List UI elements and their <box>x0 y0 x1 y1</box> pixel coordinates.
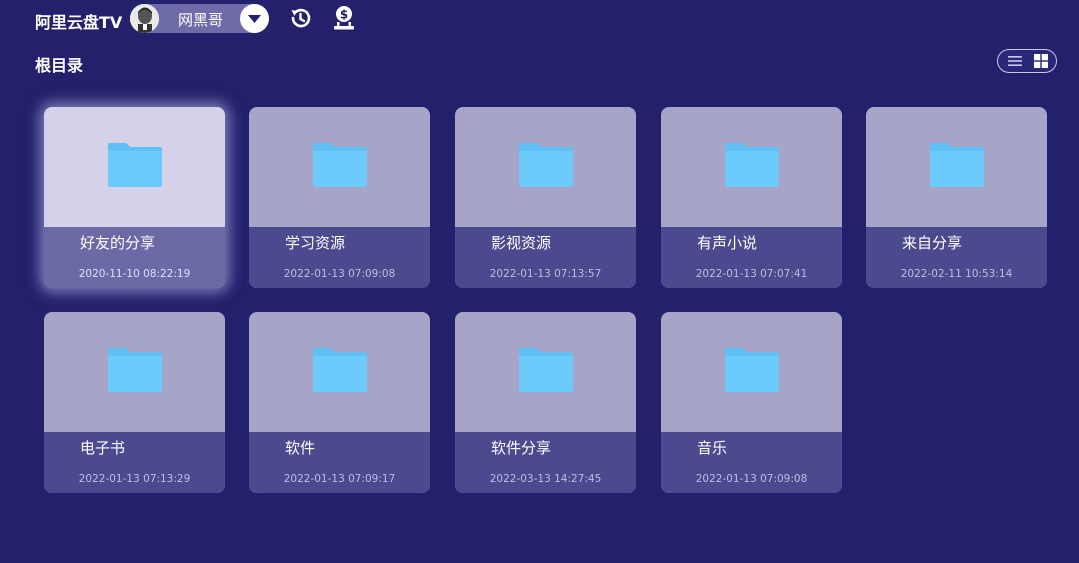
folder-thumbnail <box>44 107 225 227</box>
view-toggle[interactable] <box>997 49 1057 73</box>
folder-name: 软件分享 <box>491 439 552 457</box>
folder-name: 来自分享 <box>902 234 963 252</box>
folder-thumbnail <box>661 107 842 227</box>
folder-thumbnail <box>455 312 636 432</box>
folder-info: 软件分享 2022-03-13 14:27:45 <box>455 432 636 493</box>
folder-icon <box>107 348 162 396</box>
folder-info: 好友的分享 2020-11-10 08:22:19 <box>44 227 225 288</box>
folder-icon <box>312 348 367 396</box>
chevron-down-icon <box>240 4 269 33</box>
list-view-icon[interactable] <box>1004 53 1026 69</box>
folder-info: 音乐 2022-01-13 07:09:08 <box>661 432 842 493</box>
folder-thumbnail <box>661 312 842 432</box>
folder-card[interactable]: 电子书 2022-01-13 07:13:29 <box>44 312 225 493</box>
folder-date: 2022-01-13 07:09:17 <box>283 473 396 485</box>
folder-name: 音乐 <box>697 439 728 457</box>
folder-name: 影视资源 <box>491 234 552 252</box>
folder-card[interactable]: 软件 2022-01-13 07:09:17 <box>249 312 430 493</box>
folder-name: 软件 <box>285 439 316 457</box>
user-name: 网黑哥 <box>178 11 224 29</box>
folder-card[interactable]: 学习资源 2022-01-13 07:09:08 <box>249 107 430 288</box>
user-dropdown-button[interactable] <box>240 4 269 33</box>
folder-icon <box>312 143 367 191</box>
folder-date: 2022-01-13 07:13:29 <box>78 473 191 485</box>
app-title: 阿里云盘TV <box>35 13 123 32</box>
folder-card[interactable]: 软件分享 2022-03-13 14:27:45 <box>455 312 636 493</box>
folder-icon <box>724 348 779 396</box>
folder-card[interactable]: 影视资源 2022-01-13 07:13:57 <box>455 107 636 288</box>
folder-icon <box>518 348 573 396</box>
folder-name: 电子书 <box>80 439 126 457</box>
folder-icon <box>518 143 573 191</box>
folder-info: 学习资源 2022-01-13 07:09:08 <box>249 227 430 288</box>
folder-thumbnail <box>249 312 430 432</box>
folder-name: 学习资源 <box>285 234 346 252</box>
folder-icon <box>724 143 779 191</box>
top-bar: 阿里云盘TV 网黑哥 $ <box>0 0 1079 40</box>
folder-date: 2022-01-13 07:07:41 <box>695 268 808 280</box>
folder-thumbnail <box>455 107 636 227</box>
coin-icon[interactable]: $ <box>332 5 356 31</box>
folder-date: 2022-01-13 07:13:57 <box>489 268 602 280</box>
folder-thumbnail <box>866 107 1047 227</box>
folder-thumbnail <box>249 107 430 227</box>
user-switcher[interactable]: 网黑哥 <box>130 4 269 33</box>
folder-card[interactable]: 有声小说 2022-01-13 07:07:41 <box>661 107 842 288</box>
folder-icon <box>107 143 162 191</box>
folder-info: 有声小说 2022-01-13 07:07:41 <box>661 227 842 288</box>
grid-view-icon[interactable] <box>1029 52 1053 70</box>
folder-date: 2022-01-13 07:09:08 <box>695 473 808 485</box>
folder-date: 2022-02-11 10:53:14 <box>900 268 1013 280</box>
folder-info: 软件 2022-01-13 07:09:17 <box>249 432 430 493</box>
folder-card[interactable]: 音乐 2022-01-13 07:09:08 <box>661 312 842 493</box>
folder-name: 有声小说 <box>697 234 758 252</box>
folder-date: 2022-01-13 07:09:08 <box>283 268 396 280</box>
folder-card[interactable]: 来自分享 2022-02-11 10:53:14 <box>866 107 1047 288</box>
folder-info: 电子书 2022-01-13 07:13:29 <box>44 432 225 493</box>
folder-info: 影视资源 2022-01-13 07:13:57 <box>455 227 636 288</box>
history-icon[interactable] <box>288 6 312 30</box>
folder-card[interactable]: 好友的分享 2020-11-10 08:22:19 <box>44 107 225 288</box>
svg-text:$: $ <box>340 8 348 22</box>
folder-thumbnail <box>44 312 225 432</box>
folder-date: 2022-03-13 14:27:45 <box>489 473 602 485</box>
folder-icon <box>929 143 984 191</box>
folder-info: 来自分享 2022-02-11 10:53:14 <box>866 227 1047 288</box>
folder-name: 好友的分享 <box>80 234 156 252</box>
breadcrumb: 根目录 <box>35 56 84 75</box>
avatar[interactable] <box>130 4 159 33</box>
folder-date: 2020-11-10 08:22:19 <box>78 268 191 280</box>
